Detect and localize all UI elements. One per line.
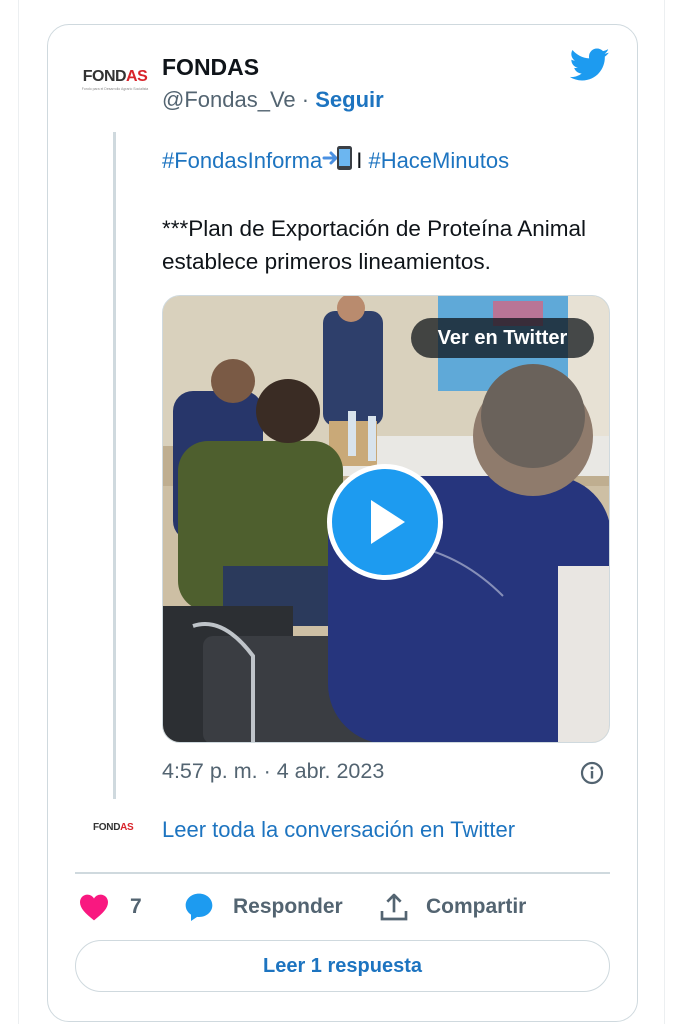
divider [75, 872, 610, 874]
avatar-logo: FONDAS [82, 67, 148, 85]
heart-icon [80, 894, 108, 921]
twitter-bird-icon[interactable] [570, 48, 610, 82]
hashtag-fondasinforma[interactable]: #FondasInforma [162, 148, 322, 173]
view-on-twitter-button[interactable]: Ver en Twitter [411, 318, 594, 358]
page-edge-left [18, 0, 19, 1024]
handle-separator: · [301, 87, 310, 112]
page-edge-right [664, 0, 665, 1024]
tweet-timestamp[interactable]: 4:57 p. m. · 4 abr. 2023 [162, 759, 384, 784]
author-handle[interactable]: @Fondas_Ve [162, 87, 296, 112]
info-icon[interactable] [580, 761, 604, 785]
reply-label: Responder [233, 895, 343, 918]
thread-line [113, 132, 116, 799]
author-avatar[interactable]: FONDAS Fondo para el Desarrollo Agrario … [80, 62, 150, 96]
reply-button[interactable]: Responder [182, 890, 343, 924]
speech-bubble-icon [185, 893, 213, 921]
hashtag-haceminutos[interactable]: #HaceMinutos [368, 148, 509, 173]
read-conversation-link[interactable]: Leer toda la conversación en Twitter [162, 817, 515, 843]
like-count: 7 [130, 895, 142, 918]
read-replies-button[interactable]: Leer 1 respuesta [75, 940, 610, 992]
avatar-tagline: Fondo para el Desarrollo Agrario Sociali… [81, 86, 149, 91]
phone-arrow-emoji-icon [322, 145, 356, 170]
follow-button[interactable]: Seguir [315, 87, 383, 112]
author-name[interactable]: FONDAS [162, 54, 259, 81]
share-label: Compartir [426, 895, 527, 918]
author-handle-line: @Fondas_Ve · Seguir [162, 87, 384, 113]
tweet-text: ***Plan de Exportación de Proteína Anima… [162, 216, 587, 274]
like-button[interactable]: 7 [78, 890, 142, 924]
hashtag-line: #FondasInforma I #HaceMinutos [162, 145, 509, 174]
share-upload-icon [380, 893, 408, 921]
hashtag-separator: I [356, 148, 363, 173]
mini-author-avatar: FONDAS [93, 822, 134, 833]
play-button[interactable] [327, 464, 443, 580]
share-button[interactable]: Compartir [378, 890, 526, 924]
play-icon [371, 500, 405, 544]
